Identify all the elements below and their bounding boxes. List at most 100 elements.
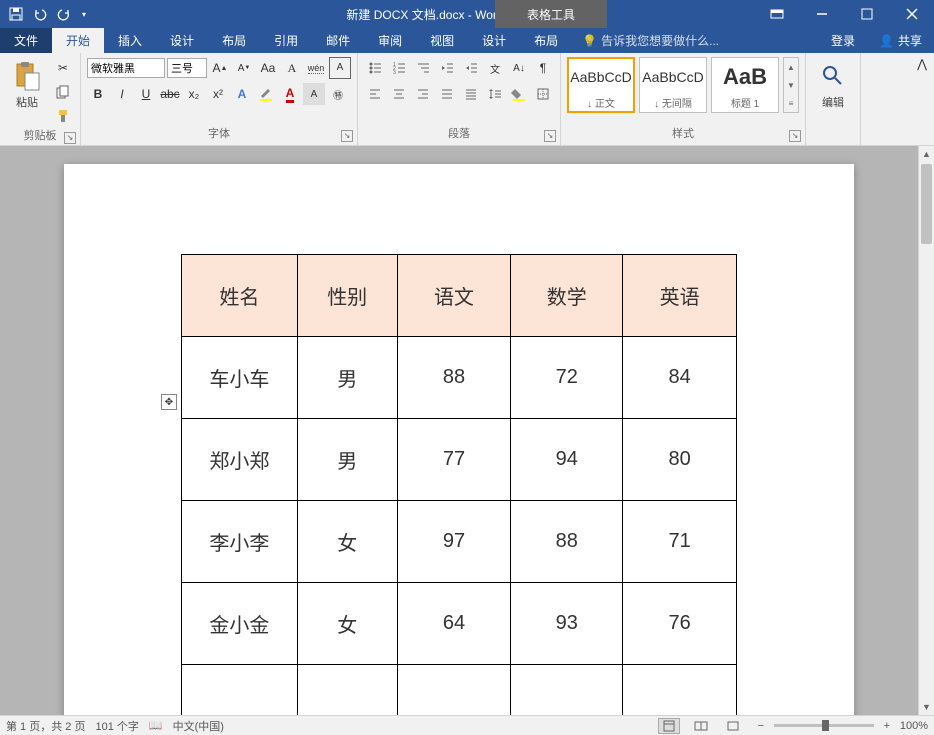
table-header-cell[interactable]: 数学 — [511, 255, 623, 337]
clear-format-button[interactable]: A — [281, 57, 303, 79]
font-size-combo[interactable] — [167, 58, 207, 78]
table-cell[interactable]: 72 — [511, 337, 623, 419]
table-header-cell[interactable]: 性别 — [297, 255, 397, 337]
word-count[interactable]: 101 个字 — [95, 718, 138, 734]
table-cell[interactable]: 77 — [397, 419, 511, 501]
superscript-button[interactable]: x² — [207, 83, 229, 105]
numbering-button[interactable]: 123 — [388, 57, 410, 79]
gallery-down-icon[interactable]: ▼ — [784, 76, 798, 94]
redo-icon[interactable] — [54, 3, 74, 25]
italic-button[interactable]: I — [111, 83, 133, 105]
tab-review[interactable]: 审阅 — [364, 28, 416, 53]
table-header-cell[interactable]: 语文 — [397, 255, 511, 337]
table-move-handle-icon[interactable]: ✥ — [161, 394, 177, 410]
zoom-slider-thumb[interactable] — [822, 720, 829, 731]
style-normal[interactable]: AaBbCcD↓ 正文 — [567, 57, 635, 113]
align-center-button[interactable] — [388, 83, 410, 105]
shrink-font-button[interactable]: A▼ — [233, 57, 255, 79]
table-cell[interactable]: 88 — [397, 337, 511, 419]
close-icon[interactable] — [889, 0, 934, 28]
table-cell[interactable] — [623, 665, 737, 716]
zoom-out-button[interactable]: − — [754, 720, 768, 732]
table-cell[interactable]: 车小车 — [182, 337, 298, 419]
undo-icon[interactable] — [30, 3, 50, 25]
table-cell[interactable]: 李小李 — [182, 501, 298, 583]
table-cell[interactable]: 64 — [397, 583, 511, 665]
view-web-layout-icon[interactable] — [722, 718, 744, 734]
table-header-cell[interactable]: 姓名 — [182, 255, 298, 337]
style-heading1[interactable]: AaB标题 1 — [711, 57, 779, 113]
char-border-button[interactable]: A — [329, 57, 351, 79]
align-left-button[interactable] — [364, 83, 386, 105]
table-cell[interactable]: 84 — [623, 337, 737, 419]
login-button[interactable]: 登录 — [819, 28, 867, 53]
table-cell[interactable]: 男 — [297, 419, 397, 501]
document-area[interactable]: 姓名 性别 语文 数学 英语 车小车 男 88 72 84 郑小郑 男 77 9… — [0, 146, 918, 715]
scroll-up-icon[interactable]: ▲ — [919, 146, 934, 162]
table-cell[interactable] — [511, 665, 623, 716]
cut-button[interactable]: ✂ — [52, 57, 74, 79]
table-cell[interactable]: 94 — [511, 419, 623, 501]
scroll-thumb[interactable] — [921, 164, 932, 244]
indent-dec-button[interactable] — [436, 57, 458, 79]
table-cell[interactable]: 93 — [511, 583, 623, 665]
scroll-down-icon[interactable]: ▼ — [919, 699, 934, 715]
maximize-icon[interactable] — [844, 0, 889, 28]
table-cell[interactable] — [182, 665, 298, 716]
tell-me-search[interactable]: 💡告诉我您想要做什么... — [572, 28, 729, 53]
table-cell[interactable]: 71 — [623, 501, 737, 583]
sort-button[interactable]: A↓ — [508, 57, 530, 79]
tab-insert[interactable]: 插入 — [104, 28, 156, 53]
indent-inc-button[interactable] — [460, 57, 482, 79]
styles-launcher[interactable]: ↘ — [789, 130, 801, 142]
tab-file[interactable]: 文件 — [0, 28, 52, 53]
borders-button[interactable] — [532, 83, 554, 105]
zoom-in-button[interactable]: + — [880, 720, 894, 732]
multilevel-button[interactable] — [412, 57, 434, 79]
show-marks-button[interactable]: ¶ — [532, 57, 554, 79]
style-nospacing[interactable]: AaBbCcD↓ 无间隔 — [639, 57, 707, 113]
tab-home[interactable]: 开始 — [52, 28, 104, 53]
asian-layout-button[interactable]: 文 — [484, 57, 506, 79]
collapse-ribbon-icon[interactable]: ⋀ — [910, 53, 934, 145]
zoom-level[interactable]: 100% — [900, 720, 928, 732]
font-launcher[interactable]: ↘ — [341, 130, 353, 142]
table-header-cell[interactable]: 英语 — [623, 255, 737, 337]
char-shading-button[interactable]: A — [303, 83, 325, 105]
enclose-char-button[interactable]: ㊕ — [327, 83, 349, 105]
table-cell[interactable]: 88 — [511, 501, 623, 583]
bold-button[interactable]: B — [87, 83, 109, 105]
vertical-scrollbar[interactable]: ▲ ▼ — [918, 146, 934, 715]
table-cell[interactable]: 80 — [623, 419, 737, 501]
proofing-icon[interactable]: 📖 — [149, 719, 163, 732]
shading-button[interactable] — [508, 83, 530, 105]
tab-table-design[interactable]: 设计 — [468, 28, 520, 53]
copy-button[interactable] — [52, 81, 74, 103]
share-button[interactable]: 👤共享 — [867, 28, 934, 53]
table-cell[interactable] — [297, 665, 397, 716]
ribbon-options-icon[interactable] — [754, 0, 799, 28]
subscript-button[interactable]: x₂ — [183, 83, 205, 105]
tab-design[interactable]: 设计 — [156, 28, 208, 53]
table-cell[interactable]: 97 — [397, 501, 511, 583]
zoom-slider[interactable] — [774, 724, 874, 727]
table-cell[interactable]: 女 — [297, 583, 397, 665]
line-spacing-button[interactable] — [484, 83, 506, 105]
format-painter-button[interactable] — [52, 105, 74, 127]
font-name-combo[interactable] — [87, 58, 165, 78]
text-effects-button[interactable]: A — [231, 83, 253, 105]
tab-table-layout[interactable]: 布局 — [520, 28, 572, 53]
table-cell[interactable]: 金小金 — [182, 583, 298, 665]
minimize-icon[interactable] — [799, 0, 844, 28]
gallery-up-icon[interactable]: ▲ — [784, 58, 798, 76]
tab-mailings[interactable]: 邮件 — [312, 28, 364, 53]
table-cell[interactable]: 女 — [297, 501, 397, 583]
underline-button[interactable]: U — [135, 83, 157, 105]
tab-view[interactable]: 视图 — [416, 28, 468, 53]
qat-more-icon[interactable]: ▾ — [78, 3, 90, 25]
grow-font-button[interactable]: A▲ — [209, 57, 231, 79]
clipboard-launcher[interactable]: ↘ — [64, 132, 76, 144]
tab-references[interactable]: 引用 — [260, 28, 312, 53]
table-cell[interactable]: 男 — [297, 337, 397, 419]
change-case-button[interactable]: Aa — [257, 57, 279, 79]
